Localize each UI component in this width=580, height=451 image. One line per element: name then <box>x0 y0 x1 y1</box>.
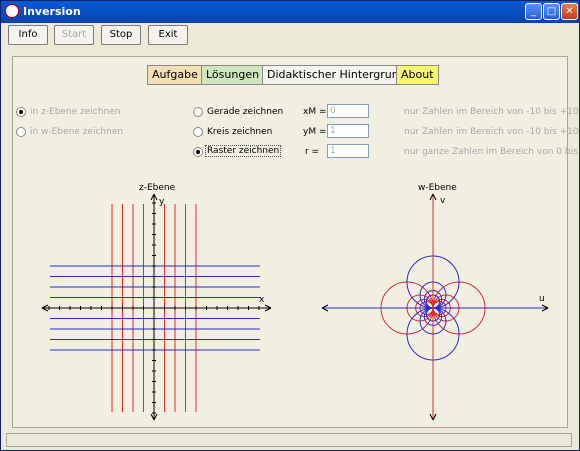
app-window: Inversion _ □ ✕ Info Start Stop Exit Auf… <box>0 0 580 451</box>
z-x-label: x <box>259 295 265 305</box>
window-title: Inversion <box>23 5 81 18</box>
status-bar <box>6 433 572 447</box>
info-button[interactable]: Info <box>8 25 48 45</box>
stop-button[interactable]: Stop <box>101 25 141 45</box>
start-button[interactable]: Start <box>54 25 94 45</box>
minimize-icon[interactable]: _ <box>525 3 542 20</box>
z-y-label: y <box>159 197 165 207</box>
plot-canvas: z-Ebene x y w-Ebene u v <box>41 183 549 421</box>
w-u-label: u <box>539 294 545 304</box>
close-icon[interactable]: ✕ <box>561 3 578 20</box>
z-plane-axes <box>41 193 272 421</box>
exit-button[interactable]: Exit <box>148 25 188 45</box>
z-plane-title: z-Ebene <box>139 183 176 193</box>
java-app-icon <box>5 4 19 18</box>
w-plane-title: w-Ebene <box>418 183 457 193</box>
w-plane-axes <box>321 193 549 421</box>
maximize-icon[interactable]: □ <box>543 3 560 20</box>
w-v-label: v <box>440 196 446 206</box>
title-bar[interactable]: Inversion _ □ ✕ <box>1 1 579 23</box>
main-panel: Aufgabe Lösungen Didaktischer Hintergrun… <box>12 56 580 428</box>
